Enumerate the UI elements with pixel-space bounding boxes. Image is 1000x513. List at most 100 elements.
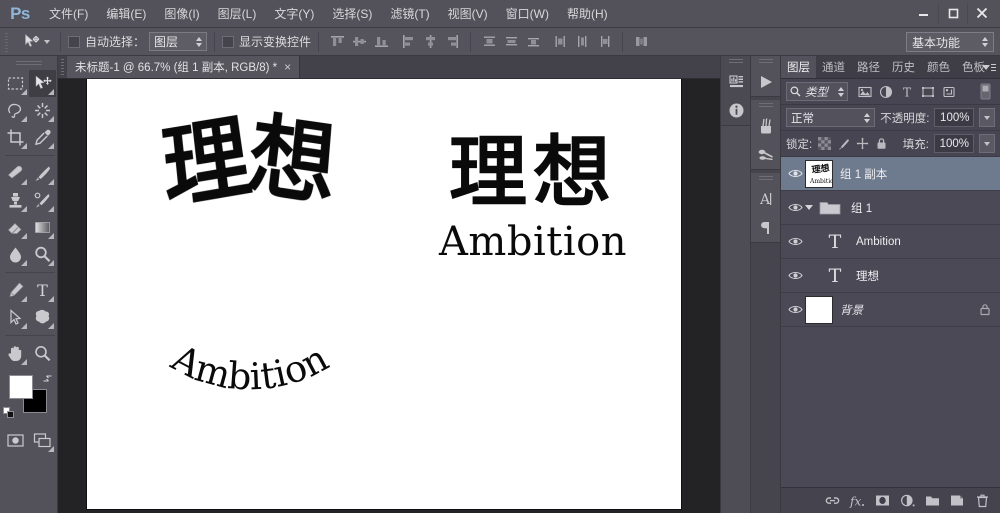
link-layers-icon[interactable] [824,492,840,510]
layer-row-group-copy[interactable]: 理想 Ambition 组 1 副本 [781,157,1000,191]
dock-grip[interactable] [751,173,780,184]
crop-tool[interactable] [2,124,29,151]
blur-tool[interactable] [2,241,29,268]
custom-shape-tool[interactable] [29,304,56,331]
brush-presets-icon[interactable] [751,140,781,169]
menu-select[interactable]: 选择(S) [323,0,381,27]
layer-row-background[interactable]: 背景 [781,293,1000,327]
panel-menu-icon[interactable] [982,62,996,73]
info-icon[interactable] [721,96,751,125]
horizontal-type-tool[interactable]: T [29,277,56,304]
align-left-edges-button[interactable] [397,31,419,52]
align-top-edges-button[interactable] [326,31,348,52]
spot-healing-brush-tool[interactable] [2,160,29,187]
menu-view[interactable]: 视图(V) [439,0,497,27]
clone-stamp-tool[interactable] [2,187,29,214]
menu-image[interactable]: 图像(I) [155,0,208,27]
menu-file[interactable]: 文件(F) [40,0,97,27]
foreground-color-swatch[interactable] [9,375,33,399]
layer-row-lixiang[interactable]: T 理想 [781,259,1000,293]
group-disclosure-triangle-icon[interactable] [805,205,813,210]
filter-adjustment-icon[interactable] [876,82,895,101]
maximize-button[interactable] [938,2,967,24]
quick-mask-icon[interactable] [2,427,29,454]
menu-edit[interactable]: 编辑(E) [97,0,155,27]
tool-preset-picker[interactable] [17,31,53,53]
auto-select-target-dropdown[interactable]: 图层 [149,32,208,51]
dock-grip[interactable] [721,56,750,67]
pen-tool[interactable] [2,277,29,304]
tab-color[interactable]: 颜色 [921,56,956,78]
tab-layers[interactable]: 图层 [781,56,816,78]
layer-filter-kind-dropdown[interactable]: 类型 [786,82,848,101]
layer-row-group[interactable]: 组 1 [781,191,1000,225]
distribute-left-edges-button[interactable] [549,31,571,52]
filter-shape-icon[interactable] [918,82,937,101]
show-transform-controls-option[interactable]: 显示变换控件 [222,33,311,50]
fill-chevron-down-icon[interactable] [979,134,995,153]
distribute-bottom-edges-button[interactable] [522,31,544,52]
layer-visibility-toggle[interactable] [785,259,805,293]
align-bottom-edges-button[interactable] [370,31,392,52]
tab-strip-grip[interactable] [58,56,67,78]
auto-align-layers-button[interactable] [630,31,652,52]
opacity-chevron-down-icon[interactable] [979,108,995,127]
dodge-tool[interactable] [29,241,56,268]
lasso-tool[interactable] [2,97,29,124]
menu-window[interactable]: 窗口(W) [497,0,558,27]
brush-tool[interactable] [29,160,56,187]
brush-icon[interactable] [751,111,781,140]
path-selection-tool[interactable] [2,304,29,331]
layer-thumbnail[interactable]: 理想 Ambition [805,159,833,188]
options-bar-grip[interactable] [2,30,11,53]
dock-grip[interactable] [751,56,780,67]
new-group-icon[interactable] [924,492,940,510]
distribute-horizontal-centers-button[interactable] [571,31,593,52]
layer-visibility-toggle[interactable] [785,225,805,259]
dock-grip[interactable] [751,100,780,111]
rectangular-marquee-tool[interactable] [2,70,29,97]
menu-type[interactable]: 文字(Y) [265,0,323,27]
lock-image-pixels-icon[interactable] [836,137,850,151]
eraser-tool[interactable] [2,214,29,241]
layer-visibility-toggle[interactable] [785,157,805,191]
distribute-top-edges-button[interactable] [478,31,500,52]
align-right-edges-button[interactable] [441,31,463,52]
actions-play-icon[interactable] [751,67,781,96]
align-vertical-centers-button[interactable] [348,31,370,52]
auto-select-checkbox[interactable] [68,35,80,48]
gradient-tool[interactable] [29,214,56,241]
workspace-switcher[interactable]: 基本功能 [906,32,994,52]
history-brush-tool[interactable] [29,187,56,214]
layer-style-fx-icon[interactable]: fx [849,492,865,510]
tab-paths[interactable]: 路径 [851,56,886,78]
auto-select-option[interactable]: 自动选择： [68,33,145,50]
distribute-vertical-centers-button[interactable] [500,31,522,52]
layer-visibility-toggle[interactable] [785,293,805,327]
close-button[interactable] [967,2,996,24]
blend-mode-dropdown[interactable]: 正常 [786,108,876,127]
hand-tool[interactable] [2,340,29,367]
paragraph-icon[interactable] [751,213,781,242]
canvas-viewport[interactable]: 理想 Ambition 理想 Ambition [58,79,720,513]
delete-layer-icon[interactable] [974,492,990,510]
menu-layer[interactable]: 图层(L) [209,0,266,27]
menu-filter[interactable]: 滤镜(T) [381,0,438,27]
fill-value-field[interactable]: 100% [934,134,974,153]
character-icon[interactable]: A [751,184,781,213]
magic-wand-tool[interactable] [29,97,56,124]
distribute-right-edges-button[interactable] [593,31,615,52]
minimize-button[interactable] [909,3,938,24]
layer-row-ambition[interactable]: T Ambition [781,225,1000,259]
opacity-value-field[interactable]: 100% [934,108,975,127]
align-horizontal-centers-button[interactable] [419,31,441,52]
filter-pixel-icon[interactable] [855,82,874,101]
tab-channels[interactable]: 通道 [816,56,851,78]
lock-all-icon[interactable] [874,137,888,151]
lock-position-icon[interactable] [855,137,869,151]
canvas-page[interactable]: 理想 Ambition 理想 Ambition [87,79,681,509]
filter-toggle-icon[interactable] [976,82,995,101]
swap-colors-icon[interactable] [42,373,53,384]
tools-panel-grip[interactable] [0,56,57,70]
default-colors-icon[interactable] [3,407,15,419]
